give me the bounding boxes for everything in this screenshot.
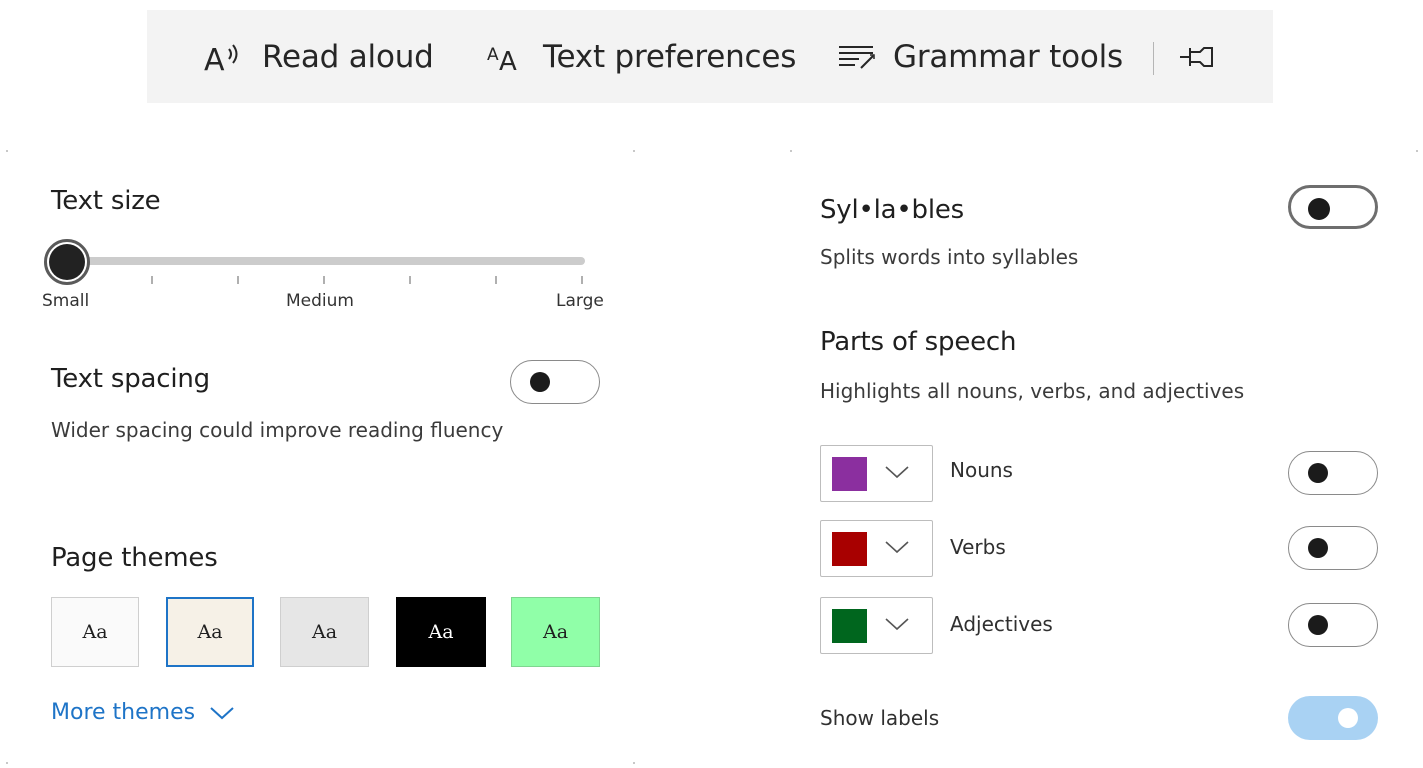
parts-of-speech-description: Highlights all nouns, verbs, and adjecti… [820,379,1245,403]
theme-green[interactable]: Aa [511,597,600,667]
nouns-toggle[interactable] [1288,451,1378,495]
text-preferences-button[interactable]: A A Text preferences [487,10,796,103]
color-swatch [832,609,867,643]
slider-thumb[interactable] [44,239,90,285]
reader-toolbar: A Read aloud A A Text preferences Gramma… [147,10,1273,103]
read-aloud-label: Read aloud [262,38,434,75]
color-swatch [832,532,867,566]
syllables-title: Syl•la•bles [820,195,965,225]
show-labels-toggle[interactable] [1288,696,1378,740]
text-spacing-toggle[interactable] [510,360,600,404]
panel-corner-mark [6,762,8,764]
toggle-knob [1308,463,1328,483]
panel-corner-mark [790,150,792,152]
chevron-down-icon [209,705,235,721]
adjectives-color-picker[interactable] [820,597,933,654]
verbs-color-picker[interactable] [820,520,933,577]
pin-icon [1178,47,1216,78]
svg-text:A: A [499,47,517,74]
adjectives-toggle[interactable] [1288,603,1378,647]
color-swatch [832,457,867,491]
toggle-knob [530,372,550,392]
text-size-title: Text size [51,186,161,216]
svg-text:A: A [487,45,499,65]
panel-corner-mark [633,762,635,764]
toggle-knob [1338,708,1358,728]
slider-tick [495,276,497,284]
theme-dark[interactable]: Aa [396,597,486,667]
nouns-color-picker[interactable] [820,445,933,502]
text-spacing-description: Wider spacing could improve reading flue… [51,418,504,442]
toolbar-divider [1153,42,1154,75]
panel-corner-mark [1416,150,1418,152]
chevron-down-icon [884,464,910,484]
text-preferences-panel-left: Text size Small Medium Large Text spacin… [0,150,640,765]
slider-tick [237,276,239,284]
slider-label-medium: Medium [286,291,354,311]
slider-tick [151,276,153,284]
text-preferences-panel-right: Syl•la•bles Splits words into syllables … [790,150,1423,765]
slider-label-large: Large [556,291,604,311]
chevron-down-icon [884,539,910,559]
show-labels-label: Show labels [820,706,940,730]
nouns-label: Nouns [950,458,1013,482]
slider-tick [323,276,325,284]
parts-of-speech-title: Parts of speech [820,327,1017,357]
adjectives-label: Adjectives [950,612,1053,636]
grammar-tools-icon [837,42,877,72]
slider-track [66,257,585,265]
text-spacing-title: Text spacing [51,364,210,394]
read-aloud-icon: A [204,40,246,74]
syllables-toggle[interactable] [1288,185,1378,229]
grammar-tools-label: Grammar tools [893,38,1124,75]
svg-text:A: A [204,43,225,74]
syllables-description: Splits words into syllables [820,245,1079,269]
page-themes-title: Page themes [51,543,218,573]
text-size-slider[interactable] [44,237,590,287]
text-preferences-icon: A A [487,40,527,74]
panel-corner-mark [633,150,635,152]
theme-gray[interactable]: Aa [280,597,369,667]
more-themes-button[interactable]: More themes [51,700,235,725]
more-themes-label: More themes [51,700,196,725]
grammar-tools-button[interactable]: Grammar tools [837,10,1123,103]
read-aloud-button[interactable]: A Read aloud [204,10,434,103]
pin-button[interactable] [1178,40,1216,74]
panel-corner-mark [6,150,8,152]
text-preferences-label: Text preferences [543,38,797,75]
chevron-down-icon [884,616,910,636]
verbs-toggle[interactable] [1288,526,1378,570]
theme-sepia[interactable]: Aa [166,597,254,667]
toggle-knob [1308,198,1330,220]
slider-tick [409,276,411,284]
verbs-label: Verbs [950,535,1006,559]
toggle-knob [1308,538,1328,558]
slider-tick [581,276,583,284]
theme-light[interactable]: Aa [51,597,139,667]
toggle-knob [1308,615,1328,635]
slider-label-small: Small [42,291,90,311]
